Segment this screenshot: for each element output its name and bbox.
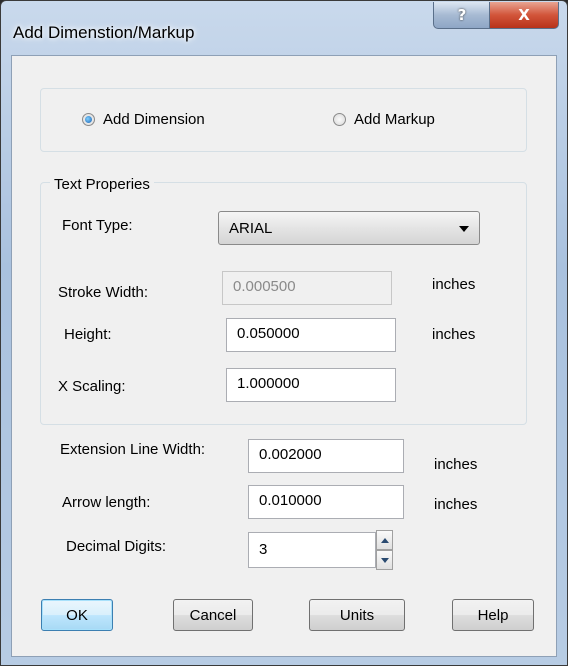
help-button[interactable]: Help — [452, 599, 534, 631]
x-scaling-label: X Scaling: — [58, 378, 126, 395]
add-markup-radio[interactable]: Add Markup — [333, 111, 435, 128]
close-icon: X — [518, 6, 530, 24]
arrow-length-unit: inches — [434, 496, 478, 513]
text-properties-legend: Text Properies — [50, 176, 154, 193]
arrow-up-icon — [380, 537, 389, 543]
title-bar[interactable]: Add Dimenstion/Markup ? X — [1, 1, 567, 55]
stroke-width-label: Stroke Width: — [58, 284, 149, 301]
decimal-digits-label: Decimal Digits: — [66, 538, 167, 555]
add-markup-label: Add Markup — [354, 111, 435, 128]
decimal-digits-input[interactable]: 3 — [248, 532, 376, 568]
question-icon: ? — [457, 6, 467, 24]
arrow-down-icon — [380, 557, 389, 563]
height-input[interactable]: 0.050000 — [226, 318, 396, 352]
arrow-length-label: Arrow length: — [62, 494, 151, 511]
extension-line-width-input[interactable]: 0.002000 — [248, 439, 404, 473]
stroke-width-unit: inches — [432, 276, 476, 293]
ok-button[interactable]: OK — [41, 599, 113, 631]
extension-line-width-unit: inches — [434, 456, 478, 473]
units-button[interactable]: Units — [309, 599, 405, 631]
close-button[interactable]: X — [489, 2, 559, 29]
font-type-select[interactable]: ARIAL — [218, 211, 480, 245]
radio-unselected-icon — [333, 113, 346, 126]
font-type-value: ARIAL — [229, 220, 273, 237]
extension-line-width-label: Extension Line Width: — [60, 441, 206, 458]
x-scaling-input[interactable]: 1.000000 — [226, 368, 396, 402]
chevron-down-icon — [459, 226, 469, 232]
height-unit: inches — [432, 326, 476, 343]
height-label: Height: — [64, 326, 112, 343]
spin-up-button[interactable] — [376, 530, 393, 550]
dialog-title: Add Dimenstion/Markup — [13, 23, 195, 42]
add-dimension-radio[interactable]: Add Dimension — [82, 111, 205, 128]
stroke-width-input: 0.000500 — [222, 271, 392, 305]
spin-down-button[interactable] — [376, 550, 393, 570]
help-title-button[interactable]: ? — [433, 2, 491, 29]
add-dimension-label: Add Dimension — [103, 111, 205, 128]
radio-selected-icon — [82, 113, 95, 126]
font-type-label: Font Type: — [62, 217, 133, 234]
arrow-length-input[interactable]: 0.010000 — [248, 485, 404, 519]
dialog-body: Add Dimension Add Markup Text Properies … — [11, 55, 557, 657]
cancel-button[interactable]: Cancel — [173, 599, 253, 631]
dialog-window: Add Dimenstion/Markup ? X Add Dimension … — [0, 0, 568, 666]
